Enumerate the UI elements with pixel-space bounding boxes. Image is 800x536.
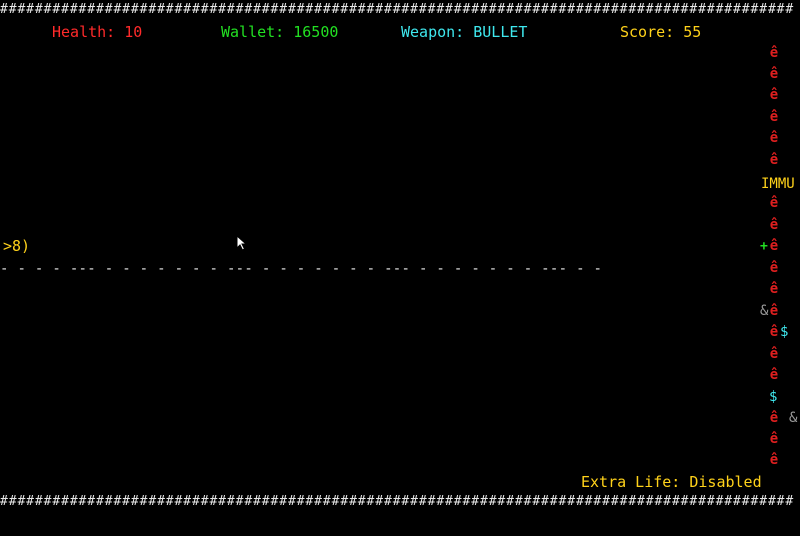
top-border: ########################################…: [0, 3, 795, 17]
enemy-icon: ê: [769, 324, 779, 340]
enemy-icon: ê: [769, 410, 779, 426]
enemy-icon: ê: [769, 346, 779, 362]
enemy-icon: ê: [769, 109, 779, 125]
mouse-pointer-icon: [236, 235, 248, 251]
health-readout: Health: 10: [52, 23, 143, 41]
enemy-icon: ê: [769, 195, 779, 211]
coin-icon: $: [780, 324, 789, 340]
health-plus-icon: +: [760, 239, 768, 254]
enemy-icon: ê: [769, 452, 779, 468]
score-readout: Score: 55: [620, 23, 702, 41]
extra-life-status: Extra Life: Disabled: [581, 473, 762, 491]
enemy-icon: ê: [769, 66, 779, 82]
coin-icon: $: [769, 389, 778, 405]
game-screen: ########################################…: [0, 0, 800, 536]
bottom-border: ########################################…: [0, 495, 795, 509]
lane-divider: - - - - --- - - - - - - - --- - - - - - …: [0, 262, 603, 277]
mystery-item-icon: &: [789, 410, 798, 426]
enemy-icon: ê: [769, 130, 779, 146]
enemy-icon: ê: [769, 303, 779, 319]
weapon-readout: Weapon: BULLET: [401, 23, 528, 41]
enemy-icon: ê: [769, 238, 779, 254]
enemy-icon: ê: [769, 367, 779, 383]
enemy-icon: ê: [769, 217, 779, 233]
wallet-readout: Wallet: 16500: [221, 23, 339, 41]
powerup-label: IMMU: [761, 176, 795, 192]
enemy-icon: ê: [769, 45, 779, 61]
mystery-item-icon: &: [760, 303, 769, 319]
enemy-icon: ê: [769, 281, 779, 297]
enemy-icon: ê: [769, 152, 779, 168]
player-ship: >8): [3, 237, 31, 255]
enemy-icon: ê: [769, 431, 779, 447]
enemy-icon: ê: [769, 87, 779, 103]
